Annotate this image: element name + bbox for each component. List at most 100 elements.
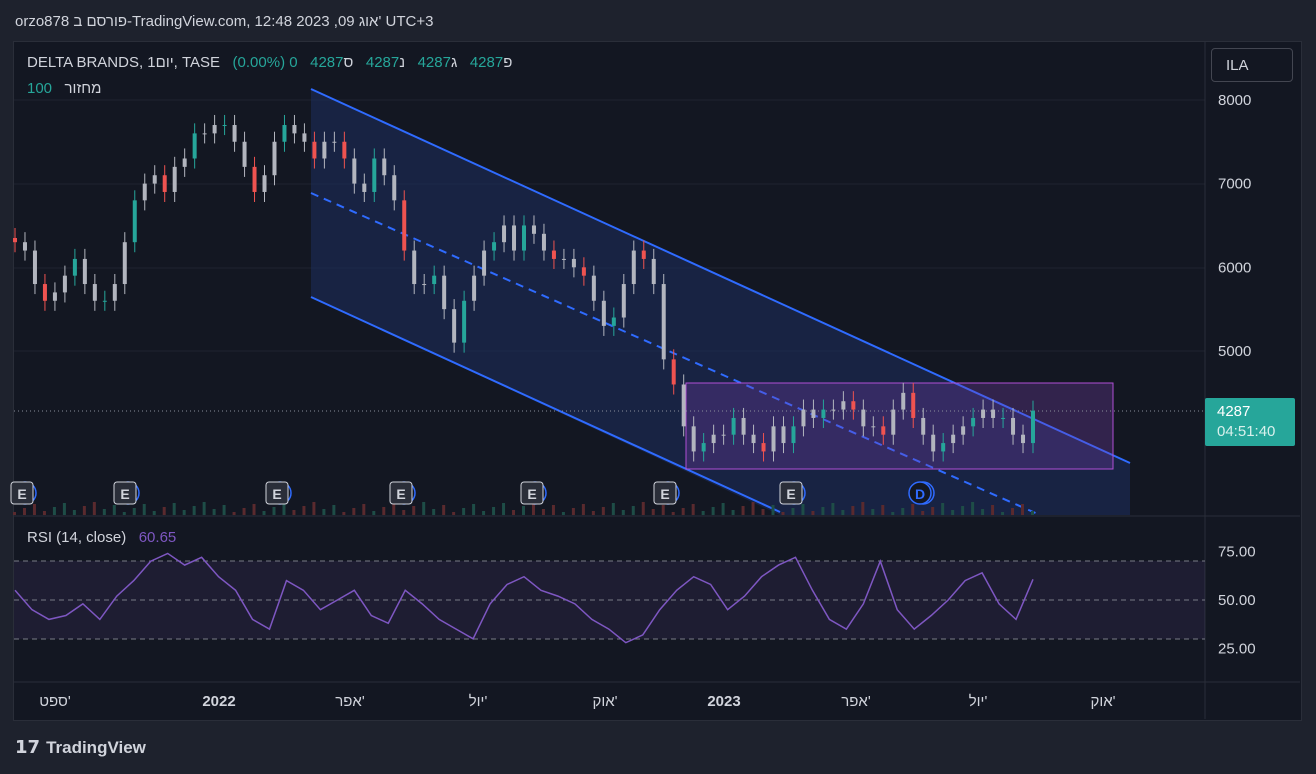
candle-body — [472, 275, 477, 301]
candle-body — [551, 250, 556, 259]
candle-body — [42, 284, 47, 301]
volume-bar — [571, 508, 575, 515]
candle-body — [462, 300, 467, 343]
candle-body — [102, 300, 107, 302]
rsi-label: RSI (14, close) — [27, 529, 127, 546]
candle-body — [621, 284, 626, 318]
volume-bar — [212, 509, 216, 515]
volume-bar — [931, 507, 935, 515]
volume-bar — [472, 504, 476, 515]
price-ticks: 8000 7000 6000 5000 — [1218, 92, 1251, 360]
candle-body — [581, 267, 586, 276]
volume-bar — [13, 512, 16, 515]
candle-body — [831, 409, 836, 411]
candle-body — [452, 309, 457, 343]
volume-bar — [442, 505, 446, 515]
volume-bar — [92, 502, 96, 515]
volume-bar — [851, 506, 855, 515]
candle-body — [741, 417, 746, 435]
candle-body — [541, 233, 546, 251]
candle-body — [192, 133, 197, 159]
volume-bar — [342, 512, 346, 515]
open-label: פ — [503, 54, 513, 71]
volume-bar — [102, 509, 106, 515]
volume-bar — [282, 503, 286, 515]
candle-body — [561, 258, 566, 260]
candle-body — [232, 125, 237, 142]
volume-bar — [541, 509, 545, 515]
change-value: 0 (0.00%) — [232, 54, 298, 71]
volume-bar — [1001, 512, 1005, 515]
event-label: E — [396, 486, 405, 502]
rsi-ticks: 75.00 50.00 25.00 — [1218, 544, 1256, 658]
candle-body — [52, 292, 57, 301]
high-label: ג — [450, 54, 458, 71]
candle-body — [1031, 410, 1035, 444]
candle-body — [721, 434, 726, 436]
candle-body — [821, 409, 826, 418]
candle-body — [262, 175, 267, 192]
candle-body — [631, 250, 636, 285]
time-tick-label: יול' — [469, 693, 488, 710]
candle-body — [1011, 417, 1016, 435]
candle-body — [272, 141, 277, 176]
candle-body — [302, 133, 307, 142]
chart-canvas[interactable]: E E E E E E E D 8000 7000 6000 5000 75.00 50.00 25.0… — [0, 0, 1316, 774]
volume-bar — [182, 510, 186, 515]
rsi-legend[interactable]: RSI (14, close) 60.65 — [27, 529, 176, 546]
volume-bar — [112, 505, 116, 515]
candle-body — [571, 258, 576, 268]
time-tick-label: אוק' — [1090, 693, 1115, 710]
volume-bar — [711, 507, 715, 515]
volume-bar — [152, 511, 156, 515]
volume-bar — [312, 502, 316, 515]
volume-bar — [292, 510, 296, 515]
logo-text: TradingView — [46, 737, 146, 757]
high-value: 4287 — [417, 54, 451, 71]
volume-bar — [142, 504, 146, 515]
candle-body — [611, 317, 616, 326]
candle-body — [202, 133, 207, 135]
volume-bar — [821, 507, 825, 515]
candle-body — [651, 258, 656, 285]
candle-body — [352, 158, 357, 184]
volume-value: 100 — [27, 80, 53, 97]
candle-body — [801, 409, 806, 427]
rsi-value: 60.65 — [138, 529, 177, 546]
candle-body — [811, 409, 816, 418]
candle-body — [402, 200, 407, 251]
candle-body — [122, 242, 127, 285]
volume-bar — [322, 509, 326, 515]
candle-body — [332, 141, 337, 143]
tradingview-logo[interactable]: 𝟭𝟳 TradingView — [15, 737, 146, 758]
candle-body — [641, 250, 646, 259]
candle-body — [442, 275, 447, 310]
candle-body — [222, 125, 227, 127]
candle-body — [142, 183, 147, 201]
candle-body — [282, 125, 287, 142]
candle-body — [252, 166, 257, 192]
volume-bar — [132, 508, 136, 515]
volume-bar — [691, 504, 695, 515]
candle-body — [891, 409, 896, 435]
volume-bar — [482, 511, 486, 515]
volume-bar — [791, 508, 795, 515]
volume-bar — [172, 503, 176, 515]
volume-bar — [781, 512, 785, 515]
volume-bar — [881, 505, 885, 515]
last-price-tag: 4287 04:51:40 — [1205, 398, 1295, 446]
volume-bar — [581, 504, 585, 515]
volume-bar — [42, 511, 46, 515]
time-tick-label: אפר' — [841, 693, 871, 710]
candle-body — [82, 258, 87, 285]
volume-bar — [242, 508, 246, 515]
time-tick-label: אוק' — [592, 693, 617, 710]
event-label: E — [660, 486, 669, 502]
candle-body — [881, 426, 886, 435]
volume-bar — [901, 508, 905, 515]
volume-bar — [611, 503, 615, 515]
currency-button[interactable]: ILA — [1211, 48, 1293, 82]
volume-bar — [1011, 508, 1015, 515]
volume-bar — [382, 507, 386, 515]
symbol-name[interactable]: DELTA BRANDS, 1יום, TASE — [27, 54, 220, 71]
